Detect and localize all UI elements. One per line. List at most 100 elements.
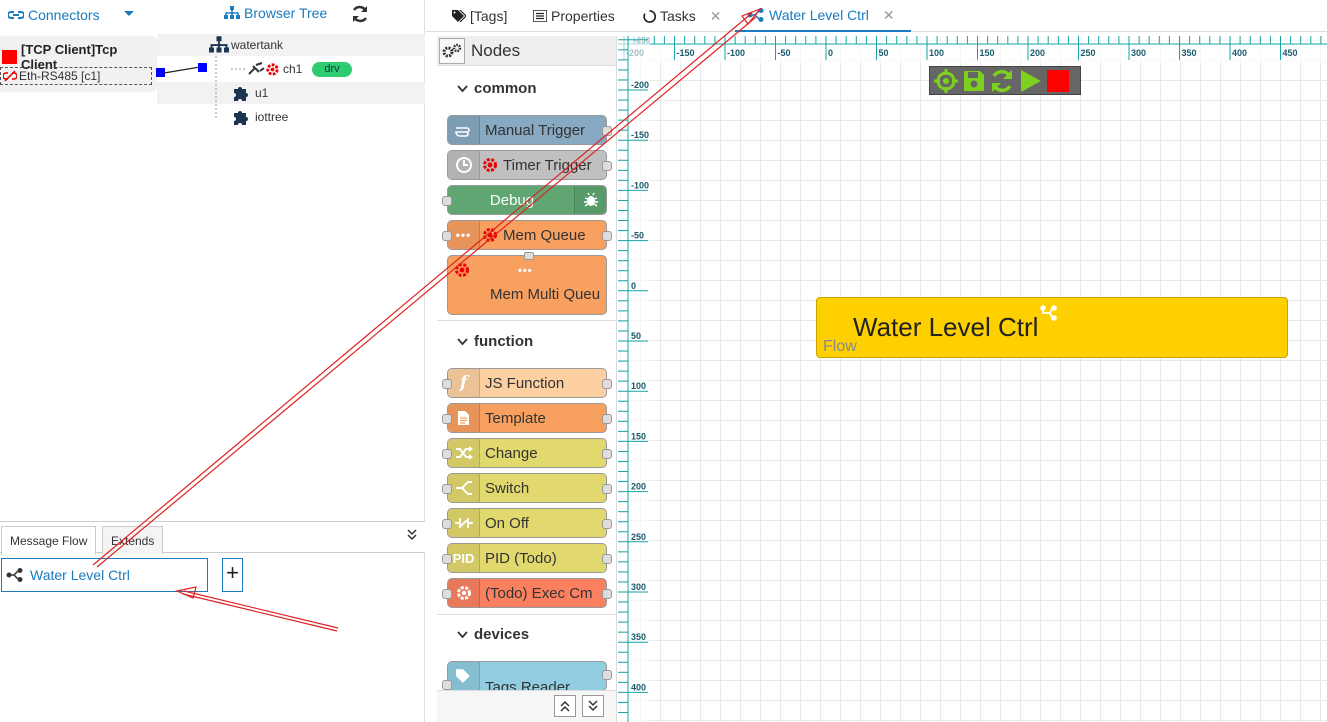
crosshairs-icon[interactable] xyxy=(933,68,959,94)
node-template[interactable]: Template xyxy=(442,403,612,433)
expand-all-button[interactable] xyxy=(554,695,576,717)
top-port[interactable] xyxy=(524,252,534,260)
tab-extends[interactable]: Extends xyxy=(102,526,164,554)
connectors-button[interactable]: Connectors xyxy=(8,7,100,23)
output-port[interactable] xyxy=(602,449,612,459)
node-palette: Nodes common Manual Trigger Timer Trigge… xyxy=(437,36,617,722)
browser-tree-button[interactable]: Browser Tree xyxy=(224,5,327,21)
refresh-button[interactable] xyxy=(350,4,370,24)
output-port[interactable] xyxy=(602,126,612,136)
divider xyxy=(437,320,616,321)
flow-icon xyxy=(1040,305,1057,321)
ruler-top-label: -150 xyxy=(677,48,695,58)
node-switch[interactable]: Switch xyxy=(442,473,612,503)
flow-item-label: Water Level Ctrl xyxy=(30,567,130,583)
clock-icon xyxy=(448,151,480,179)
input-port[interactable] xyxy=(442,519,452,529)
input-port[interactable] xyxy=(442,231,452,241)
tab-message-flow[interactable]: Message Flow xyxy=(1,526,97,555)
add-flow-button[interactable]: + xyxy=(222,558,243,592)
node-mem-queue[interactable]: ••• Mem Queue xyxy=(442,220,612,250)
driver-badge: drv xyxy=(312,61,352,77)
category-function[interactable]: function xyxy=(457,333,533,350)
input-port[interactable] xyxy=(442,484,452,494)
input-port[interactable] xyxy=(442,589,452,599)
flow-icon xyxy=(747,8,764,22)
ruler-left-label: 250 xyxy=(631,532,646,542)
palette-footer xyxy=(437,690,616,722)
tab-tags[interactable]: [Tags] xyxy=(452,0,507,32)
category-devices[interactable]: devices xyxy=(457,626,529,643)
ruler-left-label: 150 xyxy=(631,431,646,441)
palette-header: Nodes xyxy=(437,36,616,66)
flow-canvas[interactable]: -200 -150 -100 -50 0 50 100 150 200 250 300 350 400 4… xyxy=(618,36,1327,722)
ruler-top-label: 400 xyxy=(1232,48,1247,58)
ruler-left-label: 50 xyxy=(631,331,641,341)
output-port[interactable] xyxy=(602,414,612,424)
output-port[interactable] xyxy=(602,484,612,494)
node-mem-multi-queue[interactable]: ••• Mem Multi Queu xyxy=(447,252,607,315)
node-on-off[interactable]: On Off xyxy=(442,508,612,538)
connector-card[interactable]: [TCP Client]Tcp Client Eth-RS485 [c1] xyxy=(0,36,157,92)
input-port[interactable] xyxy=(442,196,452,206)
gear-icon xyxy=(266,62,279,76)
output-port[interactable] xyxy=(602,670,612,680)
node-manual-trigger[interactable]: Manual Trigger xyxy=(447,115,612,145)
output-port[interactable] xyxy=(602,554,612,564)
tree-node-watertank[interactable]: watertank xyxy=(157,34,425,56)
ruler-top-label: 250 xyxy=(1081,48,1096,58)
ruler-left-label: -150 xyxy=(631,130,649,140)
tab-properties[interactable]: Properties xyxy=(533,0,615,32)
close-icon[interactable]: ✕ xyxy=(883,7,895,24)
input-port[interactable] xyxy=(442,414,452,424)
node-debug[interactable]: Debug xyxy=(442,185,607,215)
puzzle-icon xyxy=(234,87,248,101)
close-icon[interactable]: ✕ xyxy=(710,8,722,25)
input-port[interactable] xyxy=(442,379,452,389)
input-port[interactable] xyxy=(442,449,452,459)
connector-item[interactable]: Eth-RS485 [c1] xyxy=(0,67,152,85)
category-common[interactable]: common xyxy=(457,80,537,97)
tree-label: ch1 xyxy=(283,62,303,76)
node-change[interactable]: Change xyxy=(442,438,612,468)
tab-tasks[interactable]: Tasks ✕ xyxy=(643,0,722,32)
connectors-label: Connectors xyxy=(28,7,100,23)
ruler-top-label: 350 xyxy=(1182,48,1197,58)
tree-node-u1[interactable]: u1 xyxy=(157,82,425,104)
ruler-top-label: 150 xyxy=(980,48,995,58)
output-port[interactable] xyxy=(602,519,612,529)
output-port[interactable] xyxy=(602,161,612,171)
function-icon: f xyxy=(448,369,480,397)
pid-icon: PID xyxy=(448,544,480,572)
output-port[interactable] xyxy=(602,379,612,389)
sync-icon[interactable] xyxy=(989,68,1015,94)
sitemap-icon xyxy=(224,6,240,19)
input-port[interactable] xyxy=(442,554,452,564)
tree-node-ch1[interactable]: ch1 drv xyxy=(157,58,425,80)
node-tags-reader[interactable]: Tags Reader xyxy=(442,661,612,696)
node-js-function[interactable]: f JS Function xyxy=(442,368,612,398)
flow-node[interactable]: Water Level Ctrl Flow xyxy=(816,297,1288,358)
save-icon[interactable] xyxy=(961,68,987,94)
node-pid[interactable]: PID PID (Todo) xyxy=(442,543,612,573)
flow-item[interactable]: Water Level Ctrl xyxy=(1,558,208,592)
tree-node-iottree[interactable]: iottree xyxy=(157,106,425,128)
flow-node-type: Flow xyxy=(823,338,857,355)
connectors-dropdown[interactable] xyxy=(123,7,135,19)
output-port[interactable] xyxy=(602,589,612,599)
ruler-top-label: 200 xyxy=(1030,48,1045,58)
input-port[interactable] xyxy=(442,680,452,690)
gear-icon xyxy=(483,228,497,242)
tree-label: u1 xyxy=(255,86,269,100)
stop-icon[interactable] xyxy=(1045,68,1071,94)
play-icon[interactable] xyxy=(1017,68,1043,94)
output-port[interactable] xyxy=(602,231,612,241)
collapse-all-button[interactable] xyxy=(582,695,604,717)
collapse-icon[interactable] xyxy=(406,529,418,541)
cogs-icon[interactable] xyxy=(439,37,465,64)
tab-water-level-ctrl[interactable]: Water Level Ctrl ✕ xyxy=(735,0,911,32)
node-exec-cmd[interactable]: (Todo) Exec Cm xyxy=(442,578,612,608)
flow-icon xyxy=(6,568,23,582)
node-timer-trigger[interactable]: Timer Trigger xyxy=(447,150,612,180)
caret-down-icon xyxy=(124,11,134,16)
